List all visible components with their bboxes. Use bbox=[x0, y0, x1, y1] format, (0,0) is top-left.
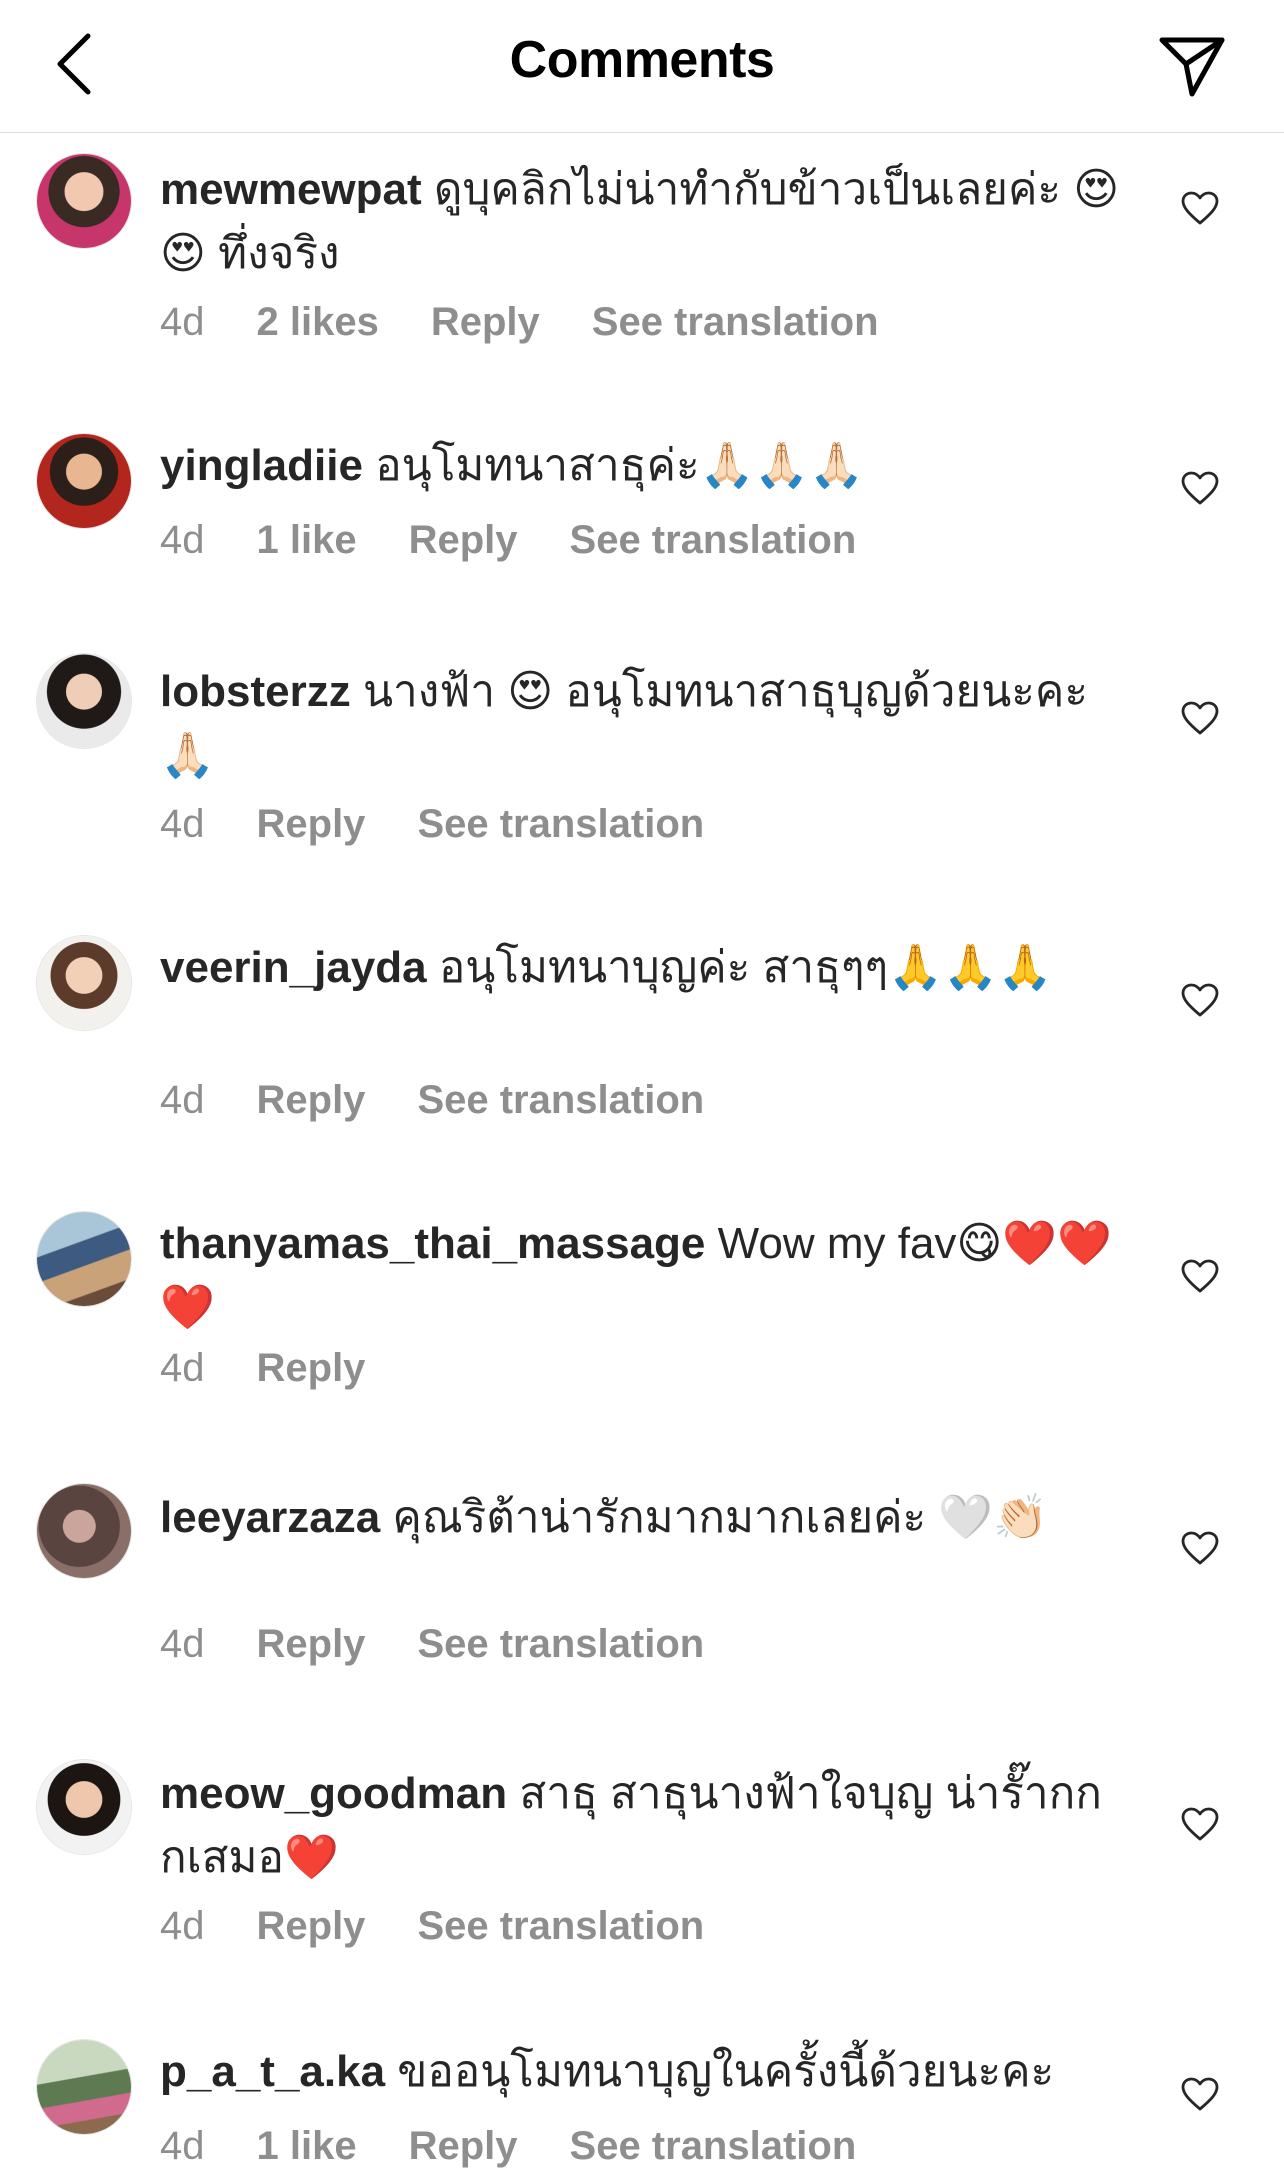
share-button[interactable] bbox=[1156, 32, 1228, 100]
comment-likes[interactable]: 2 likes bbox=[257, 300, 379, 345]
reply-button[interactable]: Reply bbox=[257, 802, 366, 847]
avatar[interactable] bbox=[36, 153, 132, 249]
comment-likes[interactable]: 1 like bbox=[257, 2124, 357, 2169]
like-comment-button[interactable] bbox=[1172, 1248, 1228, 1304]
avatar[interactable] bbox=[36, 2039, 132, 2135]
comment-username[interactable]: thanyamas_thai_massage bbox=[160, 1219, 705, 1268]
see-translation-button[interactable]: See translation bbox=[417, 1078, 704, 1123]
reply-button[interactable]: Reply bbox=[257, 1622, 366, 1667]
comment-text: คุณริต้าน่ารักมากมากเลยค่ะ 🤍👏🏻 bbox=[392, 1493, 1048, 1542]
see-translation-button[interactable]: See translation bbox=[417, 1622, 704, 1667]
paper-plane-icon bbox=[1159, 37, 1225, 97]
like-comment-button[interactable] bbox=[1172, 460, 1228, 516]
reply-button[interactable]: Reply bbox=[409, 2124, 518, 2169]
like-comment-button[interactable] bbox=[1172, 1796, 1228, 1852]
heart-icon bbox=[1181, 1531, 1219, 1565]
reply-button[interactable]: Reply bbox=[257, 1078, 366, 1123]
heart-icon bbox=[1181, 1807, 1219, 1841]
comment-username[interactable]: leeyarzaza bbox=[160, 1493, 380, 1542]
like-comment-button[interactable] bbox=[1172, 690, 1228, 746]
like-comment-button[interactable] bbox=[1172, 2066, 1228, 2122]
page-title: Comments bbox=[509, 31, 775, 89]
comment-time: 4d bbox=[160, 1621, 205, 1666]
comment-time: 4d bbox=[160, 1903, 205, 1948]
comment-time: 4d bbox=[160, 801, 205, 846]
see-translation-button[interactable]: See translation bbox=[592, 300, 879, 345]
comment-text: อนุโมทนาบุญค่ะ สาธุๆๆ🙏🙏🙏 bbox=[438, 943, 1053, 992]
heart-icon bbox=[1181, 983, 1219, 1017]
comment-username[interactable]: p_a_t_a.ka bbox=[160, 2047, 385, 2096]
heart-icon bbox=[1181, 2077, 1219, 2111]
heart-icon bbox=[1181, 471, 1219, 505]
reply-button[interactable]: Reply bbox=[257, 1904, 366, 1949]
heart-icon bbox=[1181, 191, 1219, 225]
like-comment-button[interactable] bbox=[1172, 972, 1228, 1028]
like-comment-button[interactable] bbox=[1172, 180, 1228, 236]
reply-button[interactable]: Reply bbox=[257, 1346, 366, 1391]
comment-time: 4d bbox=[160, 1345, 205, 1390]
avatar[interactable] bbox=[36, 653, 132, 749]
heart-icon bbox=[1181, 701, 1219, 735]
avatar[interactable] bbox=[36, 1759, 132, 1855]
avatar[interactable] bbox=[36, 1483, 132, 1579]
heart-icon bbox=[1181, 1259, 1219, 1293]
avatar[interactable] bbox=[36, 1211, 132, 1307]
avatar[interactable] bbox=[36, 433, 132, 529]
comment-time: 4d bbox=[160, 2123, 205, 2168]
see-translation-button[interactable]: See translation bbox=[417, 1904, 704, 1949]
see-translation-button[interactable]: See translation bbox=[417, 802, 704, 847]
comment-time: 4d bbox=[160, 299, 205, 344]
comment-username[interactable]: lobsterzz bbox=[160, 667, 351, 716]
comment-username[interactable]: meow_goodman bbox=[160, 1769, 507, 1818]
comment-time: 4d bbox=[160, 517, 205, 562]
comment-username[interactable]: mewmewpat bbox=[160, 165, 422, 214]
see-translation-button[interactable]: See translation bbox=[570, 2124, 857, 2169]
avatar[interactable] bbox=[36, 935, 132, 1031]
see-translation-button[interactable]: See translation bbox=[570, 518, 857, 563]
like-comment-button[interactable] bbox=[1172, 1520, 1228, 1576]
comment-text: ขออนุโมทนาบุญในครั้งนี้ด้วยนะคะ bbox=[397, 2047, 1055, 2096]
comment-username[interactable]: veerin_jayda bbox=[160, 943, 427, 992]
comment-likes[interactable]: 1 like bbox=[257, 518, 357, 563]
reply-button[interactable]: Reply bbox=[409, 518, 518, 563]
comment-time: 4d bbox=[160, 1077, 205, 1122]
top-bar: Comments bbox=[0, 0, 1284, 133]
reply-button[interactable]: Reply bbox=[431, 300, 540, 345]
comment-username[interactable]: yingladiie bbox=[160, 441, 363, 490]
comment-text: อนุโมทนาสาธุค่ะ🙏🏻🙏🏻🙏🏻 bbox=[375, 441, 864, 490]
